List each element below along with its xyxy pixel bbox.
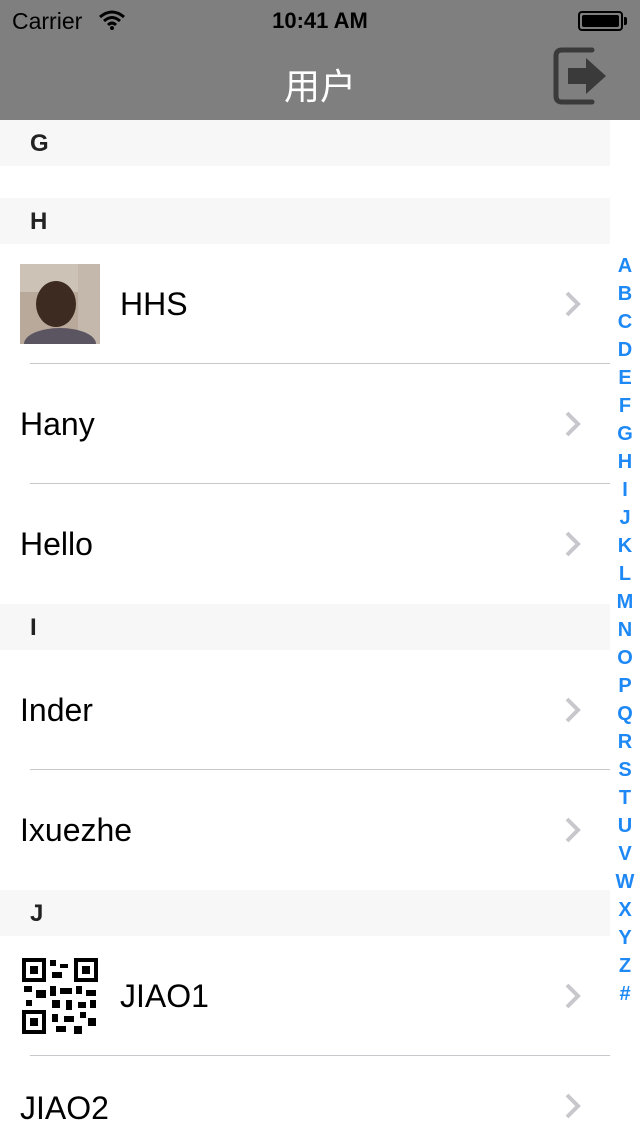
index-item[interactable]: Z bbox=[612, 952, 638, 980]
index-item[interactable]: U bbox=[612, 812, 638, 840]
section-index[interactable]: A B C D E F G H I J K L M N O P Q R S T U V W X Y Z # bbox=[612, 252, 638, 1008]
index-item[interactable]: N bbox=[612, 616, 638, 644]
index-item[interactable]: P bbox=[612, 672, 638, 700]
index-item[interactable]: R bbox=[612, 728, 638, 756]
index-item[interactable]: M bbox=[612, 588, 638, 616]
index-item[interactable]: C bbox=[612, 308, 638, 336]
list-item[interactable]: JIAO2 bbox=[0, 1056, 610, 1136]
list-item[interactable]: JIAO1 bbox=[0, 936, 610, 1056]
index-item[interactable]: E bbox=[612, 364, 638, 392]
section-header-g: G bbox=[0, 120, 610, 166]
section-header-i: I bbox=[0, 604, 610, 650]
index-item[interactable]: X bbox=[612, 896, 638, 924]
section-header-h: H bbox=[0, 198, 610, 244]
list-item[interactable]: HHS bbox=[0, 244, 610, 364]
avatar bbox=[20, 264, 100, 344]
index-item[interactable]: V bbox=[612, 840, 638, 868]
list-item-label: Hany bbox=[20, 406, 95, 442]
chevron-right-icon bbox=[565, 1093, 581, 1119]
index-item[interactable]: H bbox=[612, 448, 638, 476]
index-item[interactable]: J bbox=[612, 504, 638, 532]
section-header-j: J bbox=[0, 890, 610, 936]
list-item-label: Ixuezhe bbox=[20, 812, 133, 848]
list-item-label: Hello bbox=[20, 526, 93, 562]
section-letter: H bbox=[30, 208, 48, 235]
index-item[interactable]: L bbox=[612, 560, 638, 588]
list-item-label: JIAO1 bbox=[120, 978, 209, 1014]
status-time: 10:41 AM bbox=[272, 8, 368, 33]
user-list: G H HHS Hany Hello I Inder Ixuezhe J JIA… bbox=[0, 120, 610, 1136]
chevron-right-icon bbox=[565, 817, 581, 843]
qr-code-icon bbox=[20, 956, 100, 1036]
index-item[interactable]: B bbox=[612, 280, 638, 308]
list-item[interactable]: Hello bbox=[0, 484, 610, 604]
index-item[interactable]: G bbox=[612, 420, 638, 448]
index-item[interactable]: Y bbox=[612, 924, 638, 952]
section-letter: J bbox=[30, 900, 44, 927]
list-item-label: HHS bbox=[120, 286, 188, 322]
index-item[interactable]: D bbox=[612, 336, 638, 364]
chevron-right-icon bbox=[565, 983, 581, 1009]
index-item[interactable]: A bbox=[612, 252, 638, 280]
index-item[interactable]: O bbox=[612, 644, 638, 672]
index-item[interactable]: F bbox=[612, 392, 638, 420]
list-item-label: JIAO2 bbox=[20, 1090, 109, 1126]
section-letter: I bbox=[30, 614, 37, 641]
index-item[interactable]: K bbox=[612, 532, 638, 560]
list-item[interactable]: Ixuezhe bbox=[0, 770, 610, 890]
page-title: 用户 bbox=[283, 67, 356, 108]
index-item[interactable]: W bbox=[612, 868, 638, 896]
index-item[interactable]: Q bbox=[612, 700, 638, 728]
chevron-right-icon bbox=[565, 411, 581, 437]
list-item[interactable]: Hany bbox=[0, 364, 610, 484]
chevron-right-icon bbox=[565, 531, 581, 557]
list-item-label: Inder bbox=[20, 692, 93, 728]
list-item[interactable]: Inder bbox=[0, 650, 610, 770]
chevron-right-icon bbox=[565, 697, 581, 723]
battery-icon bbox=[578, 11, 628, 31]
status-bar: Carrier 10:41 AM bbox=[0, 0, 640, 40]
index-item[interactable]: S bbox=[612, 756, 638, 784]
sign-out-icon[interactable] bbox=[552, 44, 610, 108]
index-item[interactable]: I bbox=[612, 476, 638, 504]
index-item[interactable]: T bbox=[612, 784, 638, 812]
index-item[interactable]: # bbox=[612, 980, 638, 1008]
section-letter: G bbox=[30, 130, 49, 157]
chevron-right-icon bbox=[565, 291, 581, 317]
navigation-bar: Carrier 10:41 AM 用户 bbox=[0, 0, 640, 120]
